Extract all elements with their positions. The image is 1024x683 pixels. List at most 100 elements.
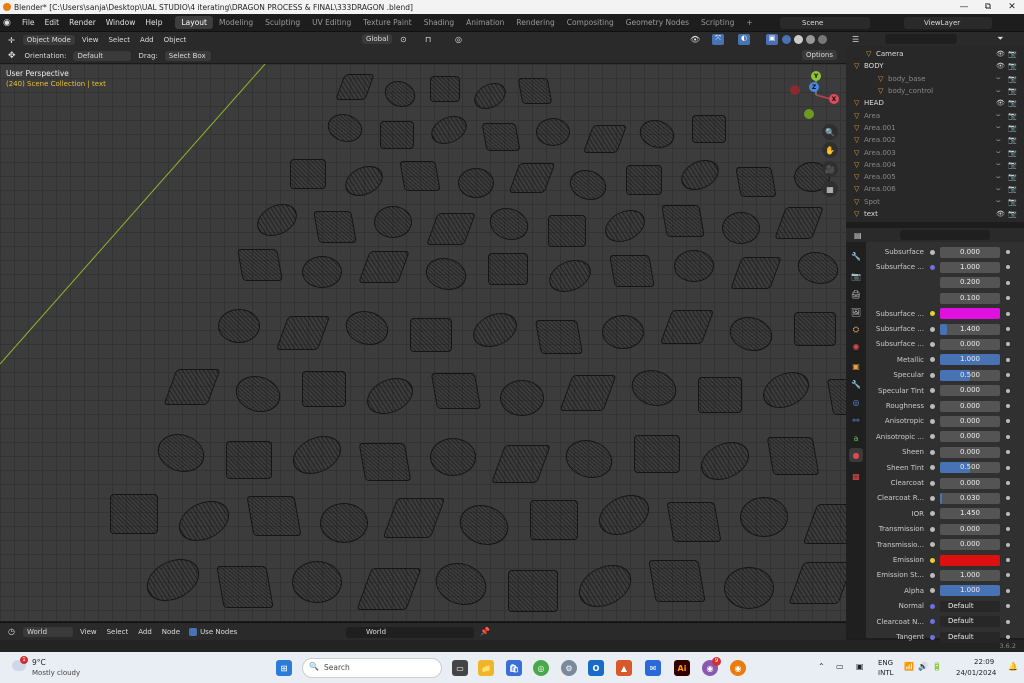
hidden-eye-icon[interactable]: ⌣ bbox=[996, 123, 1001, 132]
property-value-field[interactable]: 1.000 bbox=[940, 585, 1000, 597]
app-icon[interactable]: ▲ bbox=[616, 660, 632, 676]
property-value-field[interactable]: 0.000 bbox=[940, 246, 1000, 258]
wireframe-letter[interactable] bbox=[488, 253, 528, 285]
keyframe-dot-icon[interactable] bbox=[1006, 357, 1010, 362]
wireframe-letter[interactable] bbox=[292, 561, 342, 603]
outliner-row[interactable]: ▽ Camera 👁 📷 bbox=[846, 48, 1024, 60]
wireframe-letter[interactable] bbox=[794, 312, 836, 346]
wireframe-letter[interactable] bbox=[481, 123, 521, 151]
gizmo-y-icon[interactable]: Y bbox=[811, 71, 821, 81]
socket-dot-icon[interactable] bbox=[930, 357, 935, 363]
property-value-field[interactable]: 0.000 bbox=[940, 539, 1000, 551]
mode-dropdown[interactable]: Object Mode bbox=[22, 35, 75, 45]
wireframe-letter[interactable] bbox=[674, 250, 714, 282]
menu-help[interactable]: Help bbox=[140, 18, 167, 27]
property-value-field[interactable]: 0.000 bbox=[940, 338, 1000, 350]
socket-dot-icon[interactable] bbox=[930, 588, 935, 594]
keyframe-dot-icon[interactable] bbox=[1006, 265, 1010, 270]
socket-dot-icon[interactable] bbox=[930, 634, 935, 640]
shading-wireframe-icon[interactable] bbox=[782, 35, 791, 44]
wireframe-letter[interactable] bbox=[661, 205, 705, 237]
property-value-field[interactable]: 0.030 bbox=[940, 492, 1000, 504]
filter-icon[interactable]: ⏷ bbox=[997, 34, 1003, 44]
shading-rendered-icon[interactable] bbox=[818, 35, 827, 44]
hidden-eye-icon[interactable]: ⌣ bbox=[996, 74, 1001, 83]
ortho-grid-icon[interactable]: ▦ bbox=[822, 181, 838, 197]
keyframe-dot-icon[interactable] bbox=[1006, 588, 1010, 593]
wireframe-letter[interactable] bbox=[626, 165, 662, 195]
zoom-icon[interactable]: 🔍 bbox=[822, 124, 838, 140]
wireframe-letter[interactable] bbox=[602, 315, 644, 349]
editor-type-icon[interactable]: ✛ bbox=[8, 36, 15, 45]
color-swatch[interactable] bbox=[940, 554, 1000, 566]
tray-chevron-icon[interactable]: ⌃ bbox=[818, 662, 825, 671]
orientation-dropdown[interactable]: Default bbox=[73, 50, 132, 61]
tab-layout[interactable]: Layout bbox=[175, 16, 213, 29]
property-value-field[interactable]: 0.000 bbox=[940, 477, 1000, 489]
socket-dot-icon[interactable] bbox=[930, 388, 935, 394]
property-value-field[interactable]: 0.000 bbox=[940, 523, 1000, 535]
outliner-row[interactable]: ▽ BODY 👁 📷 bbox=[846, 60, 1024, 72]
wireframe-letter[interactable] bbox=[399, 161, 441, 191]
socket-dot-icon[interactable] bbox=[930, 511, 935, 517]
maximize-button[interactable]: ⧉ bbox=[976, 0, 1000, 14]
socket-dot-icon[interactable] bbox=[930, 542, 935, 548]
render-camera-icon[interactable]: 📷 bbox=[1008, 62, 1017, 70]
viewlayer-selector[interactable]: ViewLayer bbox=[904, 17, 992, 29]
hidden-eye-icon[interactable]: ⌣ bbox=[996, 136, 1001, 145]
hidden-eye-icon[interactable]: ⌣ bbox=[996, 173, 1001, 182]
wireframe-letter[interactable] bbox=[722, 212, 760, 244]
keyframe-dot-icon[interactable] bbox=[1006, 635, 1010, 639]
color-swatch[interactable] bbox=[940, 308, 1000, 320]
property-value-field[interactable]: 1.400 bbox=[940, 323, 1000, 335]
render-camera-icon[interactable]: 📷 bbox=[1008, 99, 1017, 107]
tool-tab-icon[interactable]: 🔧 bbox=[850, 250, 862, 262]
clock-date[interactable]: 24/01/2024 bbox=[956, 669, 996, 677]
keyframe-dot-icon[interactable] bbox=[1006, 434, 1010, 439]
outliner-row[interactable]: ▽ Area.001 ⌣ 📷 bbox=[846, 122, 1024, 134]
keyframe-dot-icon[interactable] bbox=[1006, 465, 1010, 470]
wireframe-letter[interactable] bbox=[302, 256, 342, 288]
property-value-field[interactable]: 0.500 bbox=[940, 369, 1000, 381]
socket-dot-icon[interactable] bbox=[930, 403, 935, 409]
property-value-field[interactable]: Default bbox=[940, 631, 1000, 643]
wireframe-letter[interactable] bbox=[226, 441, 272, 479]
volume-icon[interactable]: 🔊 bbox=[918, 662, 928, 671]
wireframe-letter[interactable] bbox=[698, 377, 742, 413]
add-workspace-button[interactable]: + bbox=[740, 16, 758, 29]
proportional-icon[interactable]: ◎ bbox=[455, 35, 462, 44]
render-camera-icon[interactable]: 📷 bbox=[1008, 149, 1017, 157]
tab-scripting[interactable]: Scripting bbox=[695, 16, 740, 29]
tab-rendering[interactable]: Rendering bbox=[510, 16, 560, 29]
texture-tab-icon[interactable]: ▩ bbox=[850, 470, 862, 482]
keyframe-dot-icon[interactable] bbox=[1006, 388, 1010, 393]
wireframe-letter[interactable] bbox=[530, 500, 578, 540]
keyframe-dot-icon[interactable] bbox=[1006, 280, 1010, 285]
transform-orientation-dropdown[interactable]: Global bbox=[362, 34, 393, 44]
data-tab-icon[interactable]: a bbox=[850, 432, 862, 444]
menu-file[interactable]: File bbox=[17, 18, 40, 27]
render-camera-icon[interactable]: 📷 bbox=[1008, 136, 1017, 144]
outliner-row[interactable]: ▽ Area.004 ⌣ 📷 bbox=[846, 159, 1024, 171]
settings-icon[interactable]: ⚙ bbox=[561, 660, 577, 676]
socket-dot-icon[interactable] bbox=[930, 572, 935, 578]
hidden-eye-icon[interactable]: ⌣ bbox=[996, 185, 1001, 194]
keyframe-dot-icon[interactable] bbox=[1006, 542, 1010, 547]
property-value-field[interactable]: 0.000 bbox=[940, 446, 1000, 458]
navigation-gizmo[interactable]: Y Z X bbox=[790, 70, 840, 120]
wireframe-letter[interactable] bbox=[535, 320, 583, 354]
visibility-icon[interactable]: 👁 bbox=[690, 35, 700, 44]
3d-viewport[interactable] bbox=[0, 64, 846, 621]
start-icon[interactable]: ⊞ bbox=[276, 660, 292, 676]
tab-modeling[interactable]: Modeling bbox=[213, 16, 259, 29]
shader-type-dropdown[interactable]: World bbox=[22, 626, 73, 637]
node-editor-type-icon[interactable]: ◷ bbox=[8, 627, 15, 636]
file-explorer-icon[interactable]: 📁 bbox=[478, 660, 494, 676]
minimize-button[interactable]: — bbox=[952, 0, 976, 14]
wireframe-letter[interactable] bbox=[290, 159, 326, 189]
keyframe-dot-icon[interactable] bbox=[1006, 511, 1010, 516]
node-menu-view[interactable]: View bbox=[75, 628, 102, 636]
xray-toggle-icon[interactable]: ▣ bbox=[766, 34, 778, 45]
menu-edit[interactable]: Edit bbox=[40, 18, 65, 27]
scene-tab-icon[interactable]: ⛭ bbox=[850, 324, 862, 336]
